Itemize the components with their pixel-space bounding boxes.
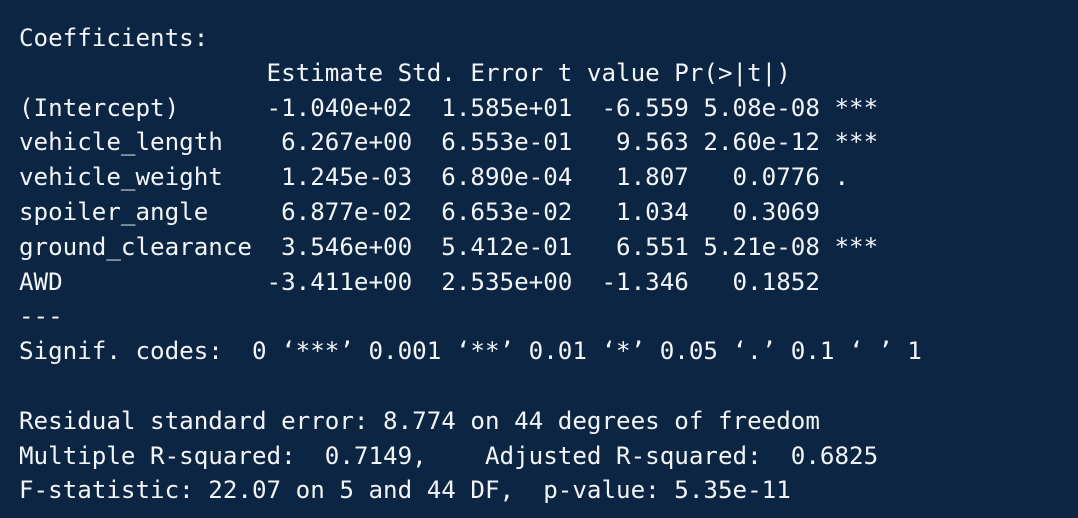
f-statistic-line: F-statistic: 22.07 on 5 and 44 DF, p-val… — [19, 476, 791, 505]
coefficient-row-spoiler-angle: spoiler_angle 6.877e-02 6.653e-02 1.034 … — [19, 197, 820, 226]
coefficient-row-vehicle-weight: vehicle_weight 1.245e-03 6.890e-04 1.807… — [19, 163, 850, 192]
r-squared-line: Multiple R-squared: 0.7149, Adjusted R-s… — [19, 441, 879, 470]
separator-line: --- — [19, 302, 63, 331]
coefficient-row-awd: AWD -3.411e+00 2.535e+00 -1.346 0.1852 — [19, 267, 820, 296]
coefficient-row-intercept: (Intercept) -1.040e+02 1.585e+01 -6.559 … — [19, 93, 879, 122]
residual-standard-error-line: Residual standard error: 8.774 on 44 deg… — [19, 406, 820, 435]
signif-codes-line: Signif. codes: 0 ‘***’ 0.001 ‘**’ 0.01 ‘… — [19, 337, 922, 366]
coefficient-row-ground-clearance: ground_clearance 3.546e+00 5.412e-01 6.5… — [19, 232, 879, 261]
console-output[interactable]: Coefficients: Estimate Std. Error t valu… — [0, 0, 1078, 518]
coefficients-table-header: Estimate Std. Error t value Pr(>|t|) — [19, 58, 791, 87]
coefficients-heading: Coefficients: — [19, 24, 209, 52]
coefficient-row-vehicle-length: vehicle_length 6.267e+00 6.553e-01 9.563… — [19, 128, 879, 157]
